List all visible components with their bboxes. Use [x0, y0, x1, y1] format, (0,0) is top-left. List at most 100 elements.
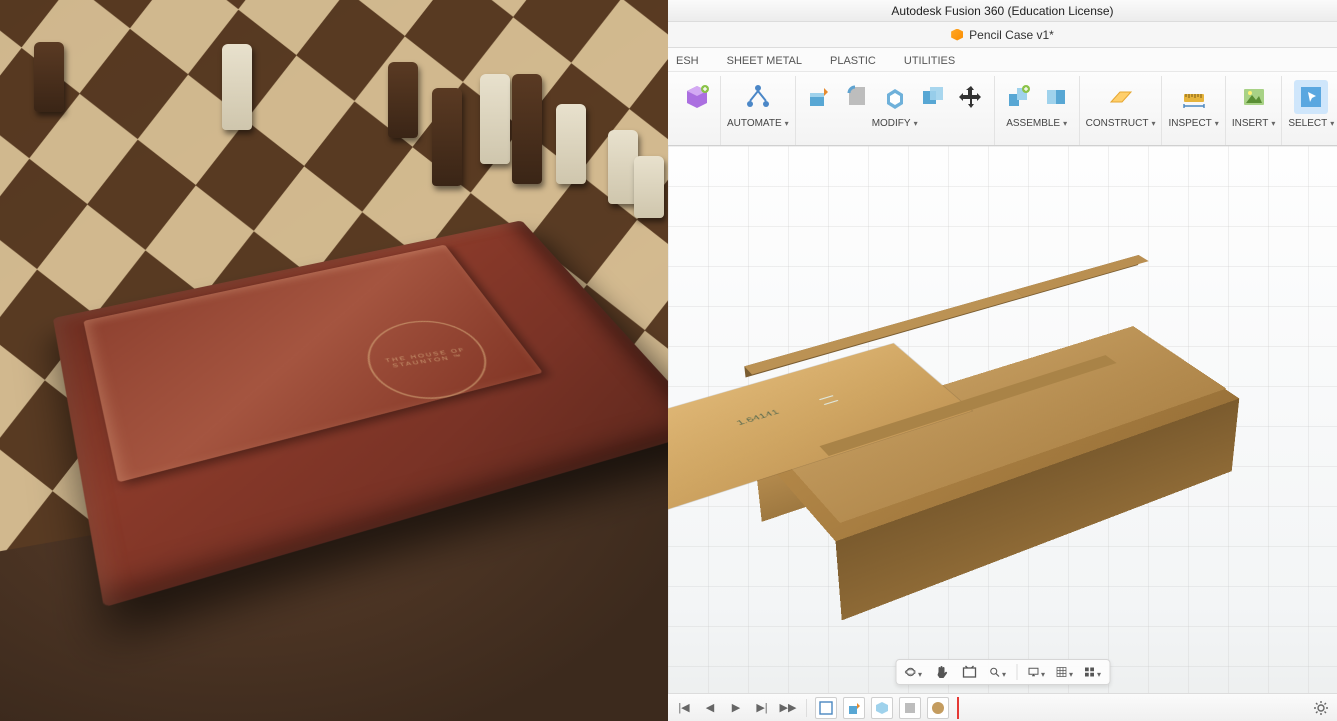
caret-icon	[1067, 665, 1073, 680]
measure-button[interactable]	[1177, 80, 1211, 114]
ribbon-tab-utilities[interactable]: UTILITIES	[904, 55, 955, 71]
timeline-play-button[interactable]: ▶	[726, 698, 746, 718]
chess-piece	[512, 74, 542, 184]
timeline-prev-button[interactable]: ◀	[700, 698, 720, 718]
chess-piece	[480, 74, 510, 164]
caret-icon	[1271, 118, 1275, 129]
asbuilt-joint-icon	[1043, 84, 1069, 110]
fillet-button[interactable]	[840, 80, 874, 114]
cursor-icon	[1298, 84, 1324, 110]
toolgroup-select-label[interactable]: SELECT	[1288, 118, 1334, 129]
select-button[interactable]	[1294, 80, 1328, 114]
ribbon-toolbar: AUTOMATE	[668, 72, 1337, 146]
toolgroup-insert: INSERT	[1226, 76, 1283, 145]
viewports-icon	[1083, 664, 1095, 680]
window-titlebar: Autodesk Fusion 360 (Education License)	[668, 0, 1337, 22]
caret-icon	[785, 118, 789, 129]
shell-icon	[882, 84, 908, 110]
timeline-bar: |◀ ◀ ▶ ▶| ▶▶	[668, 693, 1337, 721]
select-label-text: SELECT	[1288, 118, 1327, 129]
timeline-start-button[interactable]: |◀	[674, 698, 694, 718]
timeline-settings-button[interactable]	[1311, 698, 1331, 718]
caret-icon	[914, 118, 918, 129]
pan-button[interactable]	[932, 663, 950, 681]
orbit-button[interactable]	[904, 663, 922, 681]
timeline-feature-sketch[interactable]	[815, 697, 837, 719]
press-pull-icon	[806, 84, 832, 110]
timeline-feature[interactable]	[871, 697, 893, 719]
zoom-button[interactable]	[988, 663, 1006, 681]
chess-piece	[432, 88, 462, 186]
timeline-feature[interactable]	[899, 697, 921, 719]
as-built-joint-button[interactable]	[1039, 80, 1073, 114]
toolgroup-inspect-label[interactable]: INSPECT	[1168, 118, 1218, 129]
insert-label-text: INSERT	[1232, 118, 1269, 129]
toolgroup-create-remnant	[674, 76, 721, 145]
caret-icon	[1330, 118, 1334, 129]
branch-icon	[744, 83, 772, 111]
chess-piece	[222, 44, 252, 130]
zoom-icon	[988, 664, 1000, 680]
ribbon-tab-mesh[interactable]: ESH	[676, 55, 699, 71]
construct-plane-button[interactable]	[1104, 80, 1138, 114]
timeline-marker[interactable]	[957, 697, 959, 719]
look-icon	[961, 664, 977, 680]
create-form-button[interactable]	[680, 80, 714, 114]
grid-icon	[1055, 664, 1067, 680]
toolgroup-inspect: INSPECT	[1162, 76, 1225, 145]
timeline-end-button[interactable]: ▶▶	[778, 698, 798, 718]
viewports-button[interactable]	[1083, 663, 1101, 681]
measure-icon	[1181, 84, 1207, 110]
ribbon-tab-sheetmetal[interactable]: SHEET METAL	[727, 55, 802, 71]
image-icon	[1241, 84, 1267, 110]
construct-label-text: CONSTRUCT	[1086, 118, 1149, 129]
timeline-feature-appearance[interactable]	[927, 697, 949, 719]
caret-icon	[1063, 118, 1067, 129]
joint-icon	[1005, 84, 1031, 110]
timeline-next-button[interactable]: ▶|	[752, 698, 772, 718]
chess-piece	[388, 62, 418, 138]
toolgroup-automate-label[interactable]: AUTOMATE	[727, 118, 789, 129]
grid-settings-button[interactable]	[1055, 663, 1073, 681]
ribbon-tab-strip: ESH SHEET METAL PLASTIC UTILITIES	[668, 48, 1337, 72]
toolgroup-assemble-label[interactable]: ASSEMBLE	[1006, 118, 1067, 129]
toolgroup-construct-label[interactable]: CONSTRUCT	[1086, 118, 1156, 129]
document-tab-label[interactable]: Pencil Case v1*	[969, 28, 1054, 42]
shell-button[interactable]	[878, 80, 912, 114]
caret-icon	[1151, 118, 1155, 129]
model-3d[interactable]: 1.64141	[753, 328, 1239, 541]
separator	[806, 699, 807, 717]
ribbon-tab-plastic[interactable]: PLASTIC	[830, 55, 876, 71]
chess-piece	[556, 104, 586, 184]
move-button[interactable]	[954, 80, 988, 114]
modify-label-text: MODIFY	[872, 118, 911, 129]
timeline-feature-extrude[interactable]	[843, 697, 865, 719]
caret-icon	[1000, 665, 1006, 680]
insert-button[interactable]	[1237, 80, 1271, 114]
toolgroup-modify-label[interactable]: MODIFY	[872, 118, 918, 129]
chess-piece	[34, 42, 64, 112]
look-at-button[interactable]	[960, 663, 978, 681]
toolgroup-insert-label[interactable]: INSERT	[1232, 118, 1276, 129]
caret-icon	[916, 665, 922, 680]
inspect-label-text: INSPECT	[1168, 118, 1211, 129]
feature-icon	[902, 700, 918, 716]
press-pull-button[interactable]	[802, 80, 836, 114]
toolgroup-automate: AUTOMATE	[721, 76, 796, 145]
joint-button[interactable]	[1001, 80, 1035, 114]
automate-label-text: AUTOMATE	[727, 118, 782, 129]
document-tab-strip[interactable]: Pencil Case v1*	[668, 22, 1337, 48]
logo-text: THE HOUSE OF STAUNTON ™	[369, 345, 484, 372]
model-canvas[interactable]: 1.64141	[668, 146, 1337, 721]
automate-button[interactable]	[741, 80, 775, 114]
toolgroup-modify: MODIFY	[796, 76, 995, 145]
purple-cube-icon	[683, 83, 711, 111]
toolgroup-assemble: ASSEMBLE	[995, 76, 1080, 145]
display-settings-button[interactable]	[1027, 663, 1045, 681]
left-reference-photo: THE HOUSE OF STAUNTON ™	[0, 0, 668, 721]
orbit-icon	[904, 664, 916, 680]
caret-icon	[1095, 665, 1101, 680]
combine-button[interactable]	[916, 80, 950, 114]
model-rail[interactable]	[1014, 255, 1148, 297]
caret-icon	[1215, 118, 1219, 129]
